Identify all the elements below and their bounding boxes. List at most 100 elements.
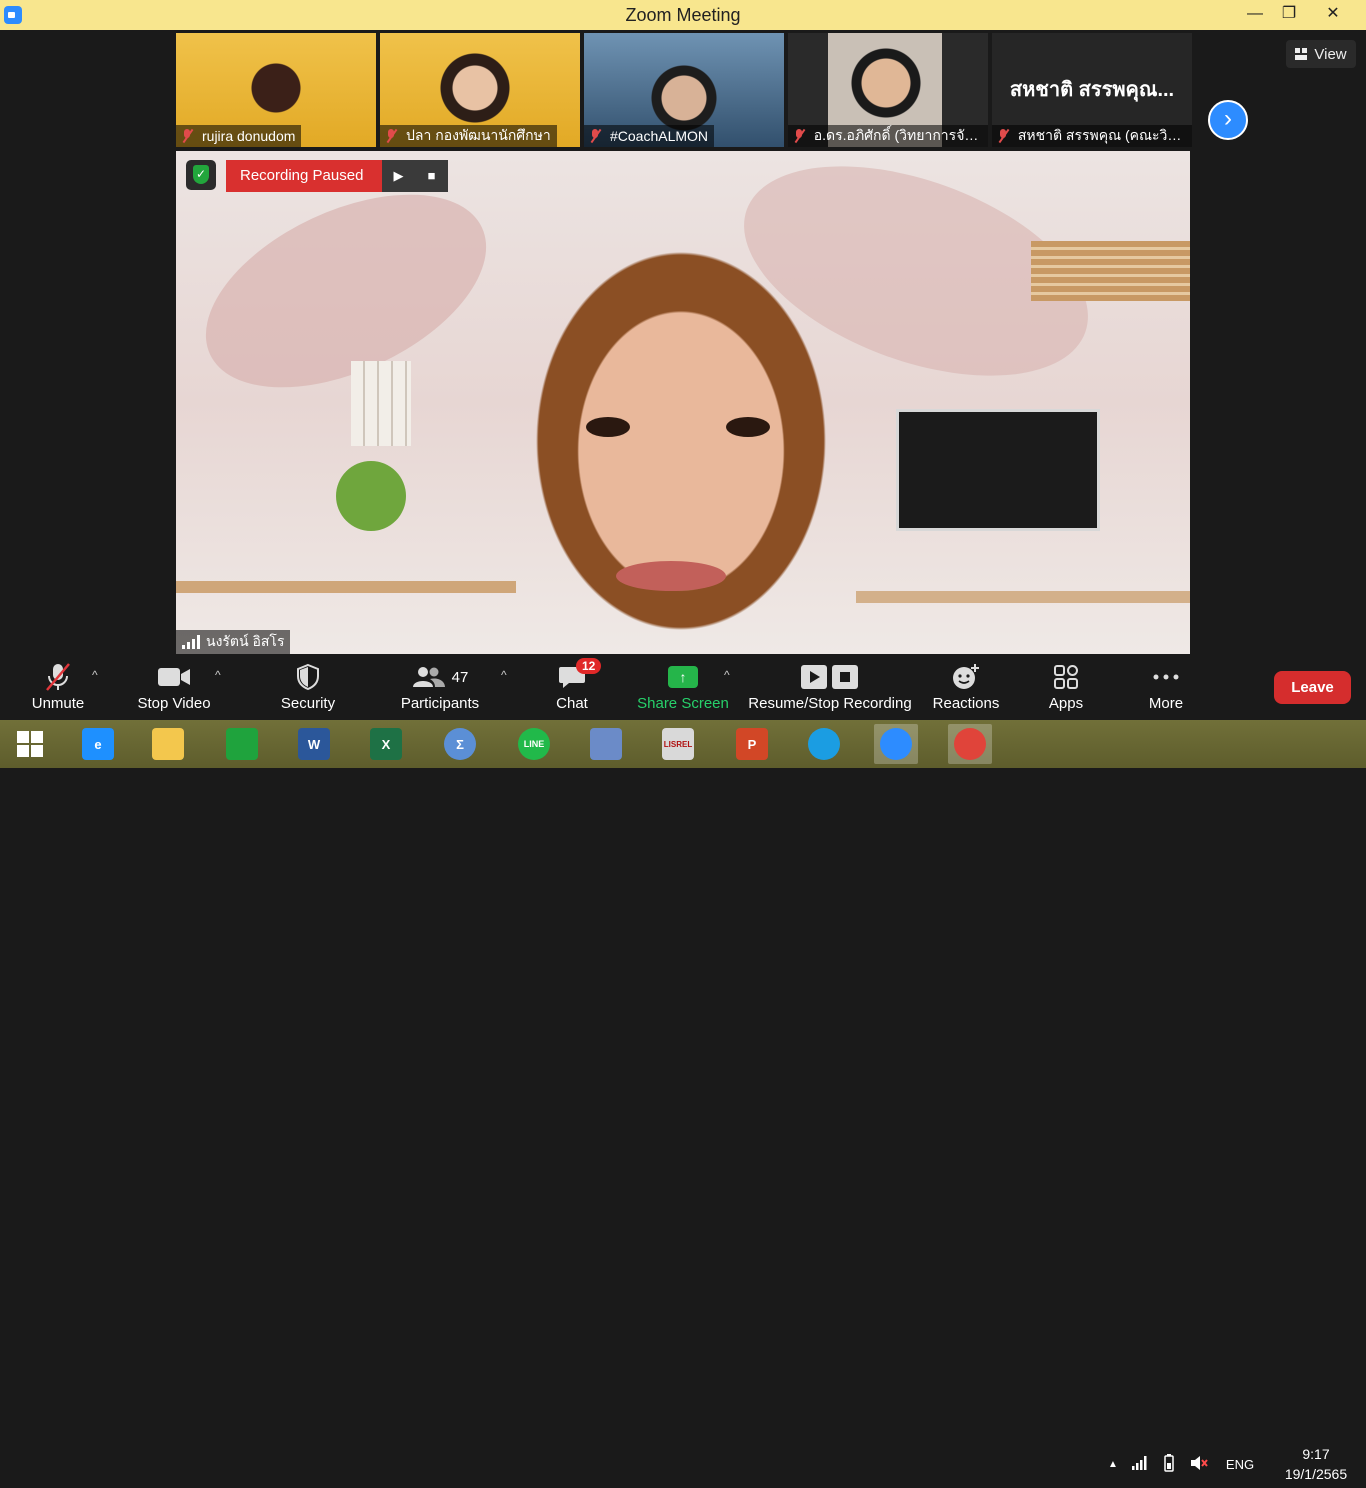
battery-icon[interactable]	[1160, 1453, 1178, 1475]
microphone-muted-icon	[26, 660, 90, 694]
participant-name-bar: สหชาติ สรรพคุณ (คณะวิท...	[992, 125, 1192, 147]
taskbar-edge-button[interactable]	[802, 724, 846, 764]
taskbar-file-explorer-button[interactable]	[146, 724, 190, 764]
participant-thumbnail[interactable]: rujira donudom	[176, 33, 376, 147]
clock-date: 19/1/2565	[1284, 1466, 1348, 1482]
powerpoint-icon: P	[736, 728, 768, 760]
apps-button[interactable]: Apps	[1040, 660, 1092, 716]
participants-icon: 47	[396, 660, 484, 694]
next-page-button[interactable]: ›	[1208, 100, 1248, 140]
taskbar-internet-explorer-button[interactable]: e	[76, 724, 120, 764]
resume-stop-recording-button[interactable]: Resume/Stop Recording	[746, 660, 914, 716]
volume-muted-icon[interactable]	[1190, 1455, 1208, 1474]
security-button[interactable]: Security	[276, 660, 340, 716]
participant-name-bar: rujira donudom	[176, 125, 302, 147]
recording-status: Recording Paused	[226, 160, 382, 192]
chat-label: Chat	[556, 695, 588, 712]
start-button[interactable]	[8, 724, 52, 764]
edge-icon	[808, 728, 840, 760]
mic-muted-icon	[384, 129, 398, 143]
participant-name: #CoachALMON	[610, 128, 709, 144]
participant-name: อ.ดร.อภิศักดิ์ (วิทยาการจัด...	[813, 127, 982, 143]
stop-video-button[interactable]: Stop Video	[132, 660, 216, 716]
unmute-label: Unmute	[31, 695, 85, 712]
show-hidden-icons-icon[interactable]: ▲	[1108, 1459, 1118, 1470]
file-explorer-icon	[152, 728, 184, 760]
taskbar-math-button[interactable]: Σ	[438, 724, 482, 764]
shield-icon	[276, 660, 340, 694]
apps-icon	[1040, 660, 1092, 694]
taskbar-word-button[interactable]: W	[292, 724, 336, 764]
monitor	[896, 409, 1100, 531]
participants-button[interactable]: 47 Participants	[396, 660, 484, 716]
wall-art	[176, 155, 516, 427]
taskbar-chrome-button[interactable]	[948, 724, 992, 764]
chat-unread-badge: 12	[576, 658, 602, 674]
video-options-caret[interactable]: ^	[215, 668, 221, 682]
share-screen-icon: ↑	[668, 666, 698, 688]
maximize-button[interactable]: ❐	[1266, 0, 1312, 30]
meeting-toolbar: Unmute ^ Stop Video ^ Security 47 Partic…	[0, 654, 1366, 720]
input-language[interactable]: ENG	[1226, 1457, 1254, 1472]
participant-name-bar: #CoachALMON	[584, 125, 715, 147]
taskbar-excel-button[interactable]: X	[364, 724, 408, 764]
system-tray: ▲ ENG	[1108, 1440, 1254, 1488]
speaker-face	[586, 413, 776, 443]
lisrel-icon: LISREL	[662, 728, 694, 760]
stop-recording-button[interactable]: ■	[415, 160, 448, 192]
view-button[interactable]: View	[1286, 40, 1356, 68]
smiley-add-icon	[930, 660, 1002, 694]
stop-video-label: Stop Video	[137, 695, 211, 712]
participant-thumbnail[interactable]: ปลา กองพัฒนานักศึกษา	[380, 33, 580, 147]
taskbar-zoom-button[interactable]	[874, 724, 918, 764]
store-icon	[226, 728, 258, 760]
more-button[interactable]: More	[1140, 660, 1192, 716]
security-label: Security	[280, 695, 336, 712]
line-icon: LINE	[518, 728, 550, 760]
shelf	[176, 581, 516, 593]
unmute-button[interactable]: Unmute	[26, 660, 90, 716]
participant-thumbnail[interactable]: #CoachALMON	[584, 33, 784, 147]
taskbar-lisrel-button[interactable]: LISREL	[656, 724, 700, 764]
taskbar-powerpoint-button[interactable]: P	[730, 724, 774, 764]
participant-name: rujira donudom	[202, 128, 296, 144]
participant-name-bar: ปลา กองพัฒนานักศึกษา	[380, 125, 557, 147]
apps-label: Apps	[1048, 695, 1084, 712]
share-options-caret[interactable]: ^	[724, 668, 730, 682]
video-camera-icon	[132, 660, 216, 694]
internet-explorer-icon: e	[82, 728, 114, 760]
audio-options-caret[interactable]: ^	[92, 668, 98, 682]
more-label: More	[1148, 695, 1184, 712]
word-icon: W	[298, 728, 330, 760]
security-shield-icon[interactable]	[186, 160, 216, 190]
participants-label: Participants	[400, 695, 480, 712]
reactions-button[interactable]: Reactions	[930, 660, 1002, 716]
network-signal-icon[interactable]	[1131, 1455, 1148, 1473]
mic-muted-icon	[792, 129, 806, 143]
zoom-icon	[880, 728, 912, 760]
participant-thumbnail[interactable]: สหชาติ สรรพคุณ... สหชาติ สรรพคุณ (คณะวิท…	[992, 33, 1192, 147]
active-speaker-video	[176, 151, 1190, 654]
taskbar-paint-button[interactable]	[584, 724, 628, 764]
mic-muted-icon	[588, 129, 602, 143]
leave-button[interactable]: Leave	[1274, 671, 1351, 704]
taskbar-store-button[interactable]	[220, 724, 264, 764]
share-screen-button[interactable]: ↑ Share Screen	[636, 660, 730, 716]
participant-name: ปลา กองพัฒนานักศึกษา	[406, 127, 551, 143]
taskbar-line-button[interactable]: LINE	[512, 724, 556, 764]
mic-muted-icon	[996, 129, 1010, 143]
system-clock[interactable]: 9:17 19/1/2565	[1278, 1444, 1354, 1484]
close-button[interactable]: ✕	[1310, 0, 1356, 30]
signal-strength-icon	[182, 635, 200, 649]
windows-taskbar: e W X Σ LINE LISREL P ▲ ENG 9:17 19/1/2565	[0, 720, 1366, 1482]
math-icon: Σ	[444, 728, 476, 760]
window-blinds	[1031, 241, 1190, 301]
title-bar: Zoom Meeting — ❐ ✕	[0, 0, 1366, 30]
participants-options-caret[interactable]: ^	[501, 668, 507, 682]
participant-thumbnail[interactable]: อ.ดร.อภิศักดิ์ (วิทยาการจัด...	[788, 33, 988, 147]
video-thumbnail-strip: rujira donudom ปลา กองพัฒนานักศึกษา #Coa…	[0, 30, 1366, 148]
resume-recording-button[interactable]: ▶	[382, 160, 415, 192]
excel-icon: X	[370, 728, 402, 760]
desk	[856, 591, 1190, 603]
more-dots-icon	[1140, 660, 1192, 694]
